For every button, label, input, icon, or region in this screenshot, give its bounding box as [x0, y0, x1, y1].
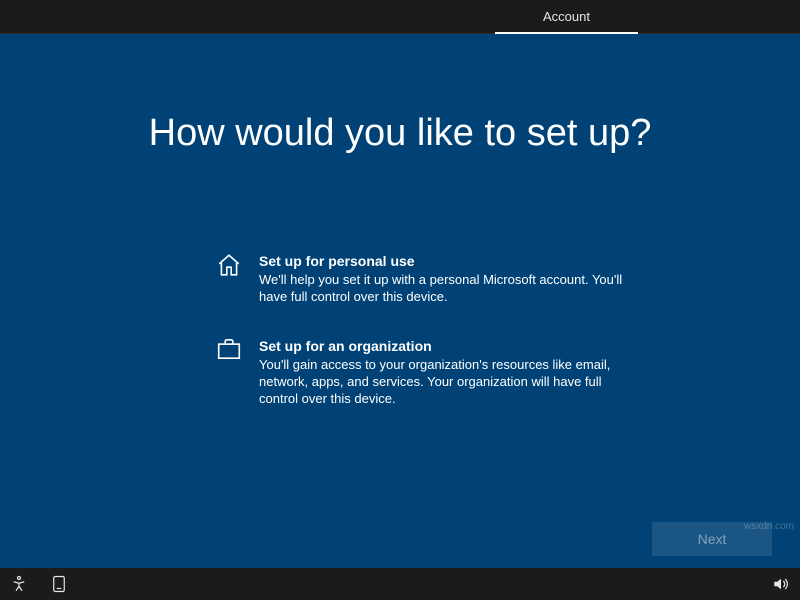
- option-personal-desc: We'll help you set it up with a personal…: [259, 271, 635, 305]
- home-icon: [215, 252, 243, 280]
- accessibility-icon[interactable]: [10, 575, 28, 593]
- page-title: How would you like to set up?: [0, 112, 800, 155]
- option-personal-title: Set up for personal use: [259, 252, 635, 270]
- content-area: How would you like to set up? Set up for…: [0, 34, 800, 568]
- option-organization-title: Set up for an organization: [259, 337, 635, 355]
- tab-spacer: [0, 0, 495, 33]
- option-personal-text: Set up for personal use We'll help you s…: [259, 252, 635, 305]
- watermark: wsxdn.com: [744, 521, 794, 532]
- setup-options: Set up for personal use We'll help you s…: [215, 252, 635, 439]
- option-organization[interactable]: Set up for an organization You'll gain a…: [215, 337, 635, 407]
- tab-label: Account: [543, 9, 590, 24]
- bottom-bar: [0, 568, 800, 600]
- bottom-bar-left: [10, 575, 68, 593]
- top-bar: Account: [0, 0, 800, 34]
- tab-account[interactable]: Account: [495, 0, 638, 34]
- ime-icon[interactable]: [50, 575, 68, 593]
- option-organization-desc: You'll gain access to your organization'…: [259, 356, 635, 407]
- briefcase-icon: [215, 337, 243, 365]
- volume-icon[interactable]: [772, 575, 790, 593]
- bottom-bar-right: [772, 575, 790, 593]
- option-personal[interactable]: Set up for personal use We'll help you s…: [215, 252, 635, 305]
- option-organization-text: Set up for an organization You'll gain a…: [259, 337, 635, 407]
